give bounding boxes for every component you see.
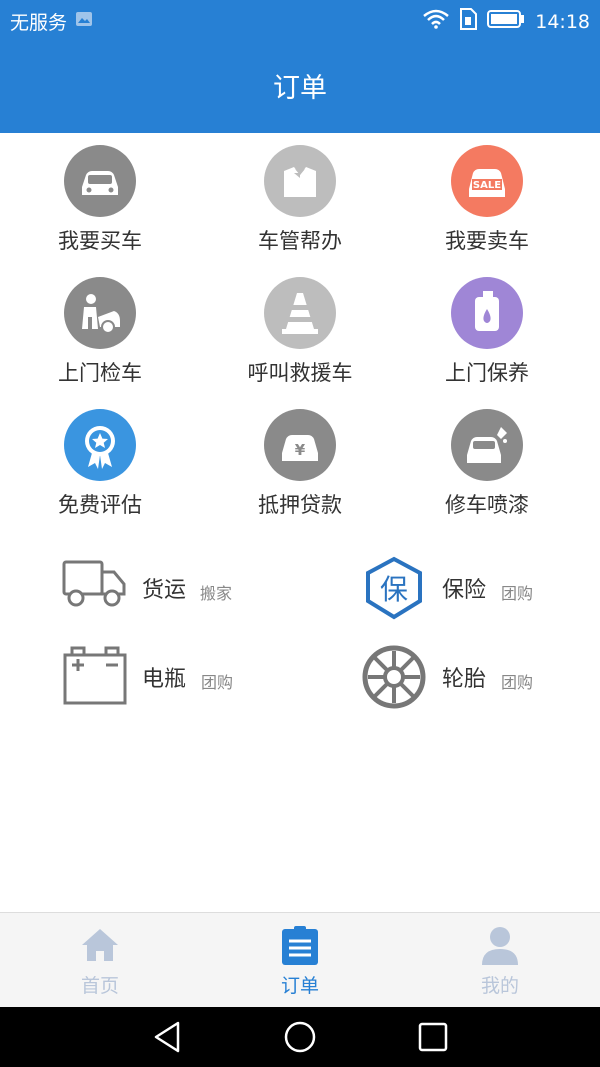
page-title: 订单 (273, 73, 327, 104)
extra-battery[interactable]: 电瓶 团购 (0, 637, 300, 707)
tab-home[interactable]: 首页 (0, 913, 200, 1008)
home-icon (80, 925, 120, 965)
extra-name: 轮胎 (442, 667, 487, 692)
service-label: 抵押贷款 (258, 493, 342, 517)
award-badge-icon (64, 409, 136, 481)
extra-tag: 团购 (501, 584, 534, 603)
service-label: 我要卖车 (445, 229, 529, 253)
extra-name: 保险 (442, 578, 487, 603)
traffic-cone-icon (264, 277, 336, 349)
clock-text: 14:18 (535, 10, 590, 33)
user-icon (480, 925, 520, 965)
service-label: 车管帮办 (258, 229, 342, 253)
sim-icon (459, 8, 478, 35)
insurance-icon-text: 保 (380, 573, 408, 606)
suit-icon (264, 145, 336, 217)
service-label: 呼叫救援车 (247, 361, 353, 385)
extra-freight[interactable]: 货运 搬家 (0, 548, 300, 618)
system-nav-bar (0, 1007, 600, 1067)
service-label: 我要买车 (58, 229, 142, 253)
service-free-appraisal[interactable]: 免费评估 (0, 397, 200, 529)
loan-car-icon: ¥ (264, 409, 336, 481)
service-label: 修车喷漆 (445, 493, 529, 517)
battery-status-icon (487, 10, 525, 33)
service-call-rescue[interactable]: 呼叫救援车 (200, 265, 400, 397)
extra-insurance[interactable]: 保 保险 团购 (300, 548, 600, 620)
svg-text:¥: ¥ (295, 441, 306, 459)
extra-tag: 团购 (501, 673, 534, 692)
status-bar: 无服务 14:18 (0, 0, 600, 40)
tab-label: 首页 (80, 975, 119, 997)
service-mortgage-loan[interactable]: ¥ 抵押贷款 (200, 397, 400, 529)
tab-label: 订单 (280, 975, 319, 997)
extra-tag: 团购 (201, 673, 234, 692)
service-label: 上门检车 (58, 361, 142, 385)
service-sell-car[interactable]: SALE 我要卖车 (387, 133, 587, 265)
service-vehicle-admin[interactable]: 车管帮办 (200, 133, 400, 265)
home-nav-icon[interactable] (282, 1019, 318, 1055)
service-repair-paint[interactable]: 修车喷漆 (387, 397, 587, 529)
tab-label: 我的 (480, 975, 519, 997)
back-icon[interactable] (150, 1019, 186, 1055)
image-notification-icon (75, 10, 93, 33)
clipboard-icon (280, 925, 320, 965)
extra-tag: 搬家 (200, 584, 233, 603)
insurance-icon: 保 (362, 556, 428, 620)
service-buy-car[interactable]: 我要买车 (0, 133, 200, 265)
sale-car-icon: SALE (451, 145, 523, 217)
tab-orders[interactable]: 订单 (200, 913, 400, 1008)
battery-icon (62, 645, 128, 707)
service-home-inspection[interactable]: 上门检车 (0, 265, 200, 397)
extra-name: 货运 (142, 578, 187, 603)
carrier-text: 无服务 (10, 12, 68, 34)
car-icon (64, 145, 136, 217)
svg-text:SALE: SALE (473, 180, 501, 191)
service-label: 免费评估 (58, 493, 142, 517)
mechanic-icon (64, 277, 136, 349)
tire-icon (362, 645, 428, 709)
bottom-tab-bar: 首页 订单 我的 (0, 912, 600, 1008)
service-home-maintenance[interactable]: 上门保养 (387, 265, 587, 397)
extra-name: 电瓶 (142, 667, 187, 692)
service-label: 上门保养 (445, 361, 529, 385)
tab-profile[interactable]: 我的 (400, 913, 600, 1008)
paint-car-icon (451, 409, 523, 481)
oil-can-icon (451, 277, 523, 349)
wifi-icon (423, 9, 450, 34)
recents-icon[interactable] (415, 1019, 451, 1055)
extra-tire[interactable]: 轮胎 团购 (300, 637, 600, 709)
truck-icon (62, 556, 128, 618)
header-bar: 订单 (0, 40, 600, 133)
